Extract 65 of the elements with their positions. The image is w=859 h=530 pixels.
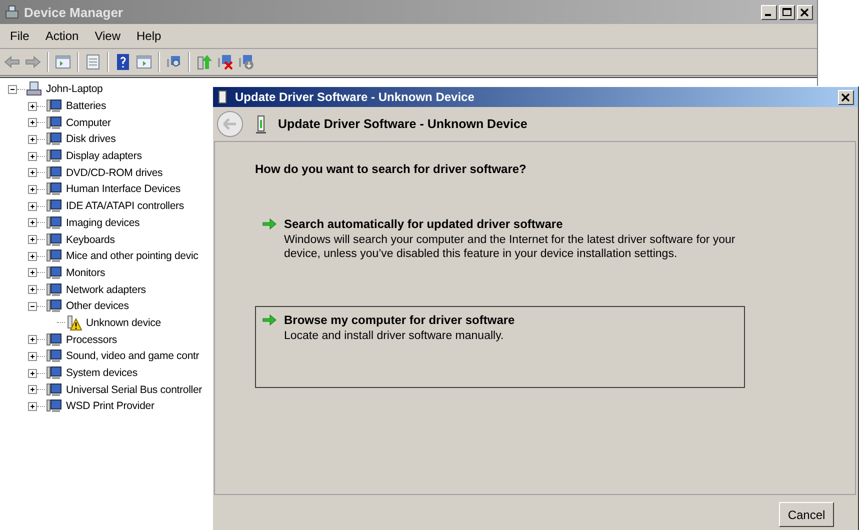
tree-item[interactable]: WSD Print Provider xyxy=(65,400,156,412)
tree-item[interactable]: Other devices xyxy=(65,300,130,312)
expand-toggle[interactable] xyxy=(28,202,37,211)
menu-item[interactable]: Help xyxy=(128,26,170,46)
expand-toggle[interactable] xyxy=(28,235,37,244)
expand-toggle[interactable] xyxy=(28,402,37,411)
tree-item[interactable]: Human Interface Devices xyxy=(65,183,182,196)
expand-toggle[interactable] xyxy=(28,184,37,194)
computer-icon xyxy=(26,81,42,98)
expand-toggle[interactable] xyxy=(28,352,37,361)
minimize-button[interactable] xyxy=(761,4,777,20)
device-icon xyxy=(217,90,229,104)
expand-toggle[interactable] xyxy=(28,218,37,228)
tree-item[interactable]: Unknown device xyxy=(85,316,162,329)
expand-toggle[interactable] xyxy=(28,335,37,344)
tree-item[interactable]: Computer xyxy=(65,116,112,129)
tree-item[interactable]: IDE ATA/ATAPI controllers xyxy=(65,200,186,212)
tree-item[interactable]: Batteries xyxy=(65,100,108,112)
expand-toggle[interactable] xyxy=(28,368,37,378)
close-button[interactable] xyxy=(797,4,813,20)
menu-item[interactable]: File xyxy=(2,26,38,46)
window-title: Device Manager xyxy=(24,4,124,20)
dialog-heading: Update Driver Software - Unknown Device xyxy=(278,117,528,131)
device-icon xyxy=(256,114,266,134)
expand-toggle[interactable] xyxy=(28,134,37,144)
panel-icon[interactable] xyxy=(54,53,72,71)
tree-item[interactable]: Disk drives xyxy=(65,133,117,146)
option-button[interactable]: Browse my computer for driver software Locate and install driver software manually. xyxy=(255,306,745,388)
expand-toggle[interactable] xyxy=(28,168,37,178)
expand-toggle[interactable] xyxy=(28,102,37,111)
tree-item[interactable]: Display adapters xyxy=(65,150,143,162)
tree-item[interactable]: Imaging devices xyxy=(65,216,141,229)
arrow-icon xyxy=(262,217,278,231)
tree-item[interactable]: DVD/CD-ROM drives xyxy=(65,166,164,179)
arrow-icon xyxy=(262,313,278,327)
dialog-title: Update Driver Software - Unknown Device xyxy=(235,90,476,104)
window-icon xyxy=(4,4,20,20)
tree-item[interactable]: Monitors xyxy=(65,266,106,279)
expand-toggle[interactable] xyxy=(28,385,37,394)
tree-root[interactable]: John-Laptop xyxy=(45,83,104,96)
collapse-toggle[interactable] xyxy=(8,84,17,94)
properties-icon[interactable] xyxy=(84,53,102,71)
option-button[interactable]: Search automatically for updated driver software Windows will search your computer and the Internet for the latest driver software for your device, unless you’ve disabled this feature in your device installation settings. xyxy=(255,210,745,306)
cancel-button[interactable]: Cancel xyxy=(779,502,834,527)
expand-toggle[interactable] xyxy=(28,118,37,128)
close-button[interactable] xyxy=(838,90,854,104)
tree-item[interactable]: Keyboards xyxy=(65,234,116,246)
expand-toggle[interactable] xyxy=(28,285,37,294)
question-text: How do you want to search for driver software? xyxy=(255,162,528,176)
expand-toggle[interactable] xyxy=(28,152,37,161)
tree-item[interactable]: System devices xyxy=(65,367,138,380)
tree-item[interactable]: Sound, video and game contr xyxy=(65,350,200,362)
update-icon[interactable] xyxy=(195,53,213,71)
expand-toggle[interactable] xyxy=(28,268,37,278)
tree-item[interactable]: Universal Serial Bus controller xyxy=(65,384,203,396)
tree-item[interactable]: Network adapters xyxy=(65,284,147,296)
tree-item[interactable]: Mice and other pointing devic xyxy=(65,250,200,262)
uninstall-icon[interactable] xyxy=(216,53,234,71)
menu-item[interactable]: View xyxy=(86,26,128,46)
menu-item[interactable]: Action xyxy=(37,26,87,46)
maximize-button[interactable] xyxy=(779,4,795,20)
collapse-toggle[interactable] xyxy=(28,302,37,311)
tree-item[interactable]: Processors xyxy=(65,334,118,346)
expand-toggle[interactable] xyxy=(28,252,37,261)
help-icon[interactable] xyxy=(114,53,132,71)
